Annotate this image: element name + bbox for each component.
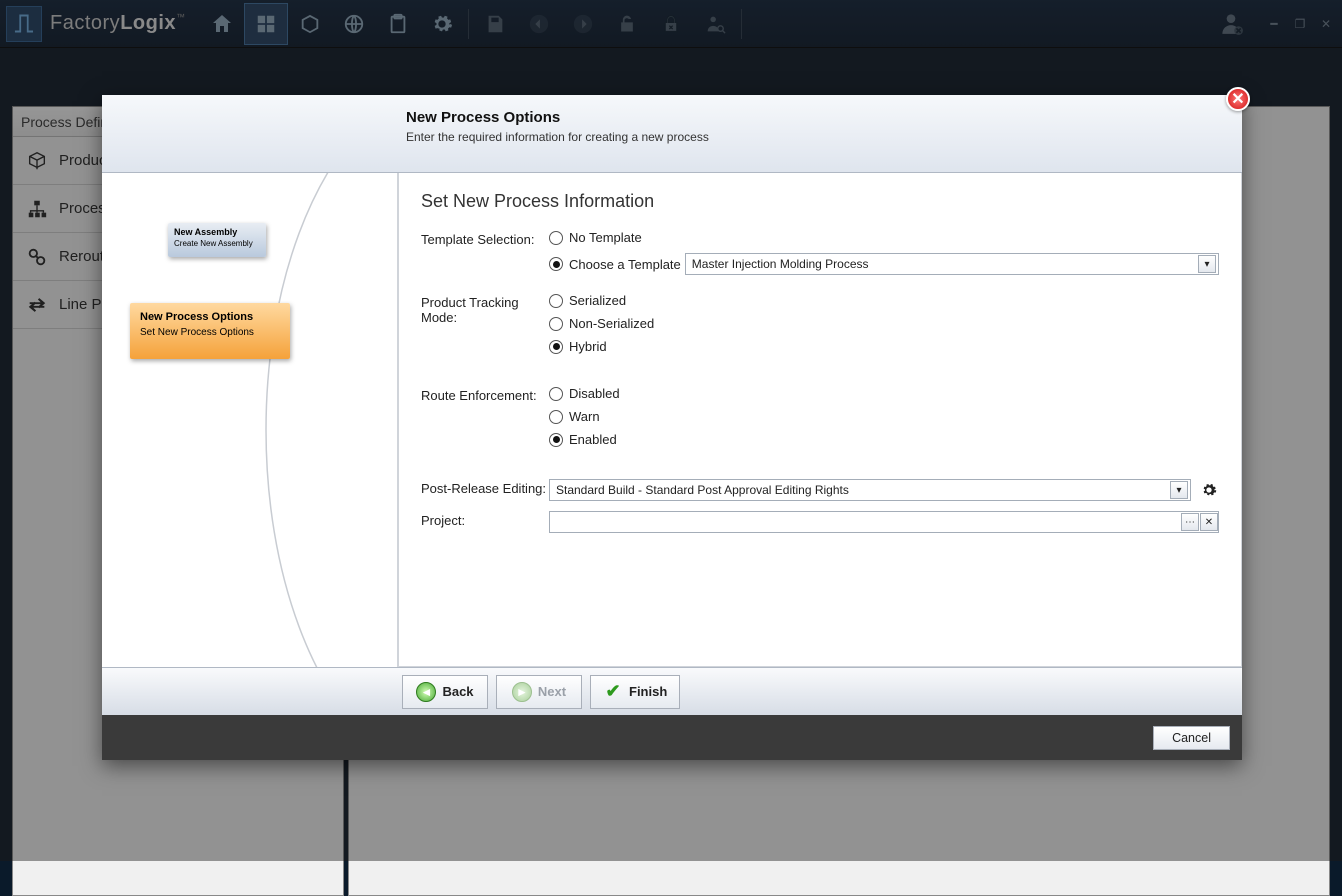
check-icon: ✔ <box>603 682 623 702</box>
button-label: Back <box>442 684 473 699</box>
radio-route-warn[interactable] <box>549 410 563 424</box>
wizard-step-current: New Process Options Set New Process Opti… <box>130 303 290 359</box>
project-field[interactable]: ⋯ ✕ <box>549 511 1219 533</box>
post-release-label: Post-Release Editing: <box>421 479 549 501</box>
new-process-wizard: ✕ New Process Options Enter the required… <box>102 95 1242 760</box>
wizard-finish-button[interactable]: ✔ Finish <box>590 675 680 709</box>
radio-label: No Template <box>569 230 642 245</box>
form-section-title: Set New Process Information <box>421 191 1219 212</box>
wizard-bottom-bar: Cancel <box>102 715 1242 760</box>
wizard-step-previous[interactable]: New Assembly Create New Assembly <box>168 223 266 257</box>
route-enforcement-label: Route Enforcement: <box>421 386 549 455</box>
radio-serialized[interactable] <box>549 294 563 308</box>
button-label: Next <box>538 684 566 699</box>
wizard-nav-bar: ◄ Back ► Next ✔ Finish <box>102 667 1242 715</box>
wizard-body: New Assembly Create New Assembly New Pro… <box>102 173 1242 667</box>
chevron-down-icon[interactable]: ▾ <box>1198 255 1216 273</box>
button-label: Finish <box>629 684 667 699</box>
wizard-header: New Process Options Enter the required i… <box>102 95 1242 173</box>
step-title: New Assembly <box>174 227 260 237</box>
radio-choose-template[interactable] <box>549 257 563 271</box>
wizard-title: New Process Options <box>406 109 709 126</box>
button-label: Cancel <box>1172 731 1211 745</box>
gear-icon <box>1201 482 1217 498</box>
radio-label: Disabled <box>569 386 620 401</box>
radio-label: Serialized <box>569 293 626 308</box>
chevron-down-icon[interactable]: ▾ <box>1170 481 1188 499</box>
step-subtitle: Set New Process Options <box>140 327 280 338</box>
wizard-form: Set New Process Information Template Sel… <box>398 173 1242 667</box>
tracking-mode-label: Product Tracking Mode: <box>421 293 549 362</box>
radio-non-serialized[interactable] <box>549 317 563 331</box>
arrow-left-icon: ◄ <box>416 682 436 702</box>
radio-label: Warn <box>569 409 600 424</box>
project-label: Project: <box>421 511 549 533</box>
project-input[interactable] <box>550 512 1180 532</box>
radio-hybrid[interactable] <box>549 340 563 354</box>
template-dropdown[interactable]: Master Injection Molding Process ▾ <box>685 253 1219 275</box>
template-selection-label: Template Selection: <box>421 230 549 283</box>
wizard-back-button[interactable]: ◄ Back <box>402 675 488 709</box>
project-clear-button[interactable]: ✕ <box>1200 513 1218 531</box>
step-title: New Process Options <box>140 311 280 323</box>
radio-route-enabled[interactable] <box>549 433 563 447</box>
project-browse-button[interactable]: ⋯ <box>1181 513 1199 531</box>
wizard-close-button[interactable]: ✕ <box>1226 87 1250 111</box>
wizard-subtitle: Enter the required information for creat… <box>406 130 709 144</box>
dropdown-value: Standard Build - Standard Post Approval … <box>556 483 849 497</box>
radio-label: Choose a Template <box>569 257 681 272</box>
arrow-right-icon: ► <box>512 682 532 702</box>
wizard-cancel-button[interactable]: Cancel <box>1153 726 1230 750</box>
wizard-next-button: ► Next <box>496 675 582 709</box>
radio-label: Enabled <box>569 432 617 447</box>
step-subtitle: Create New Assembly <box>174 239 260 248</box>
wizard-side-nav: New Assembly Create New Assembly New Pro… <box>102 173 398 667</box>
dropdown-value: Master Injection Molding Process <box>692 257 869 271</box>
radio-label: Non-Serialized <box>569 316 654 331</box>
radio-no-template[interactable] <box>549 231 563 245</box>
radio-route-disabled[interactable] <box>549 387 563 401</box>
radio-label: Hybrid <box>569 339 607 354</box>
post-release-dropdown[interactable]: Standard Build - Standard Post Approval … <box>549 479 1191 501</box>
post-release-settings-button[interactable] <box>1199 480 1219 500</box>
